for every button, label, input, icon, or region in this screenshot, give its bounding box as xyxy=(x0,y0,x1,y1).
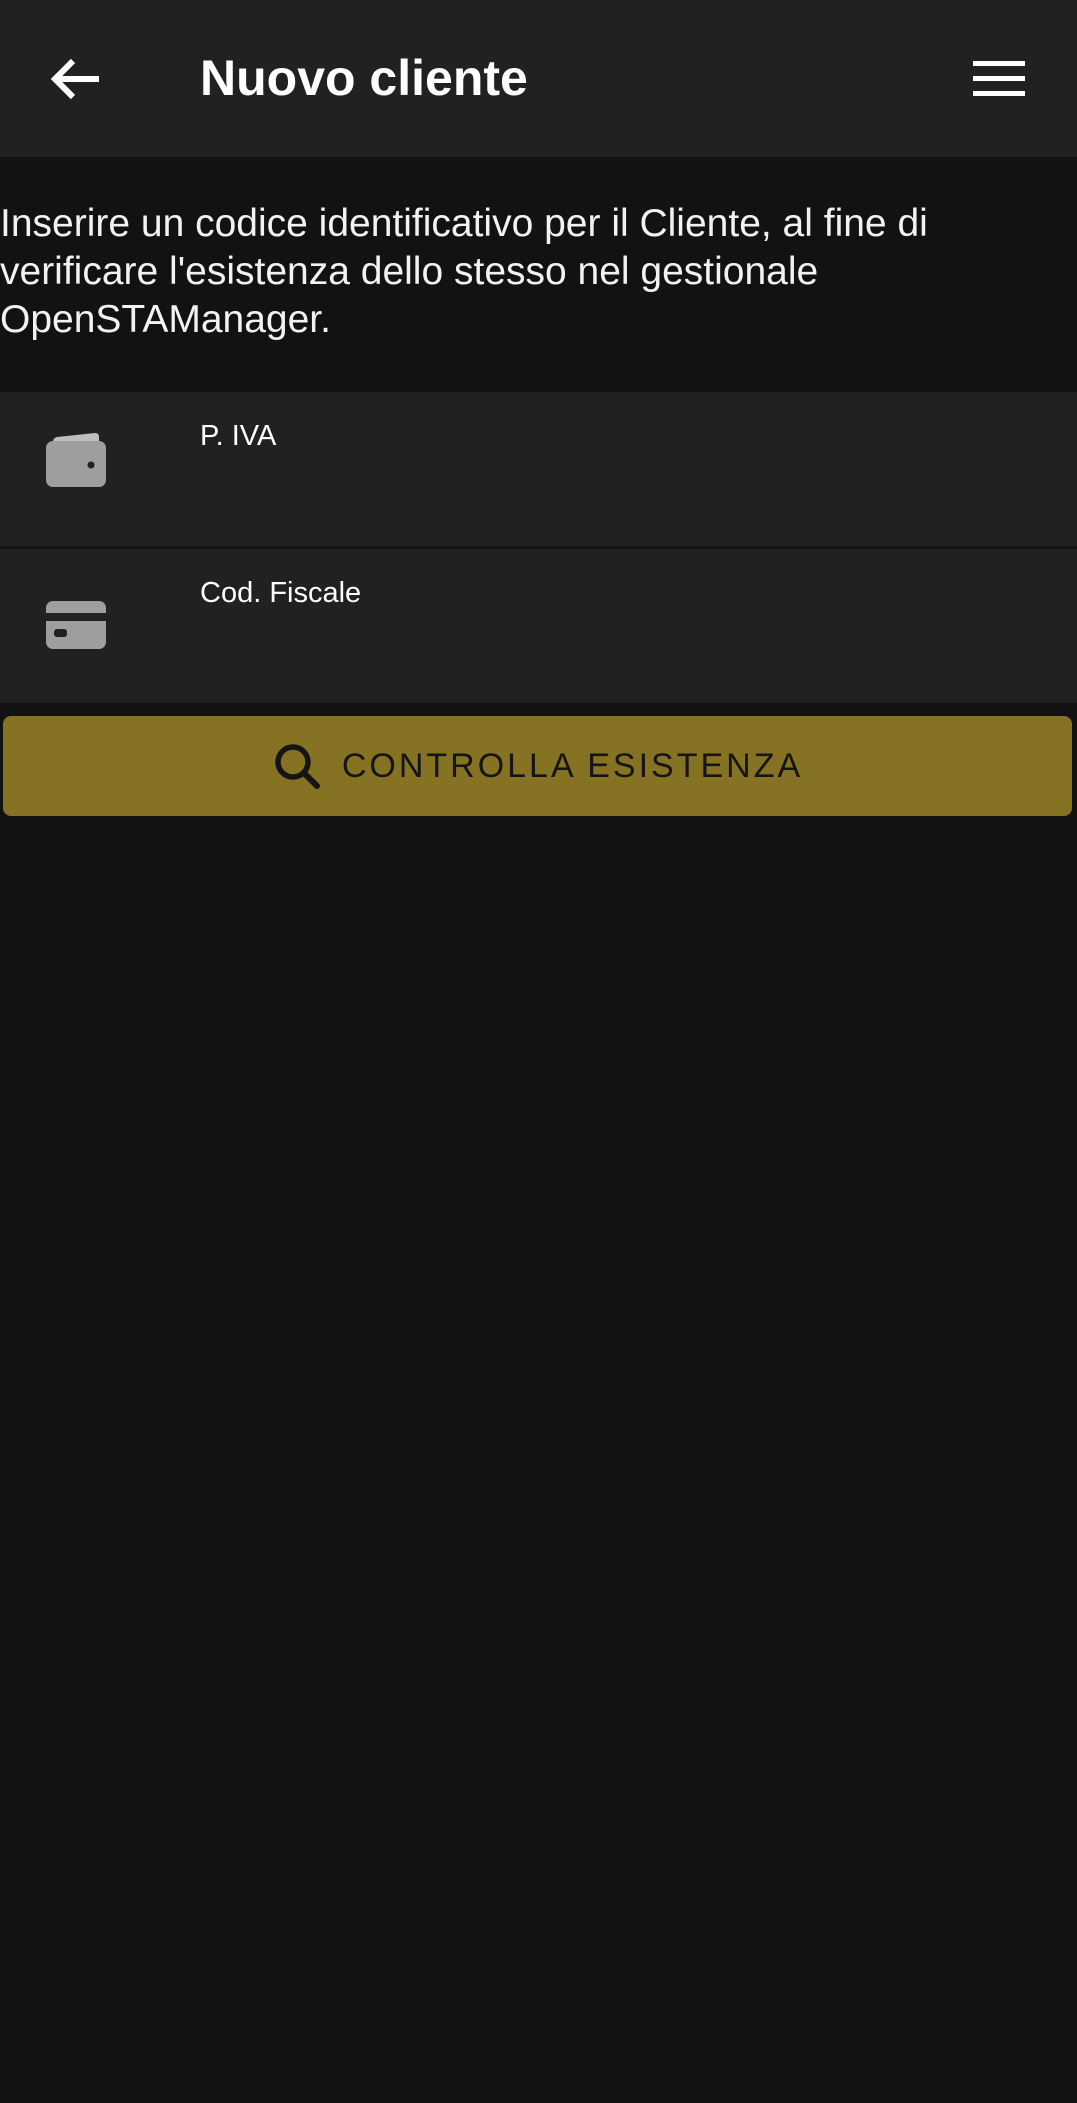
piva-label: P. IVA xyxy=(200,420,277,452)
codice-fiscale-field[interactable]: Cod. Fiscale xyxy=(0,549,1077,703)
wallet-icon xyxy=(40,424,112,496)
check-existence-label: CONTROLLA ESISTENZA xyxy=(341,746,804,785)
search-icon xyxy=(272,741,322,791)
intro-text: Inserire un codice identificativo per il… xyxy=(0,202,928,341)
codice-fiscale-input[interactable] xyxy=(200,619,1040,669)
piva-input[interactable] xyxy=(200,462,1040,512)
piva-field[interactable]: P. IVA xyxy=(0,392,1077,546)
back-button[interactable] xyxy=(40,48,110,110)
arrow-left-icon xyxy=(50,58,99,100)
menu-button[interactable] xyxy=(962,52,1036,106)
check-existence-button[interactable]: CONTROLLA ESISTENZA xyxy=(3,716,1072,816)
page-title: Nuovo cliente xyxy=(200,50,528,106)
codice-fiscale-label: Cod. Fiscale xyxy=(200,577,362,609)
credit-card-icon xyxy=(40,589,112,661)
app-bar: Nuovo cliente xyxy=(0,0,1077,157)
hamburger-menu-icon xyxy=(973,61,1025,96)
